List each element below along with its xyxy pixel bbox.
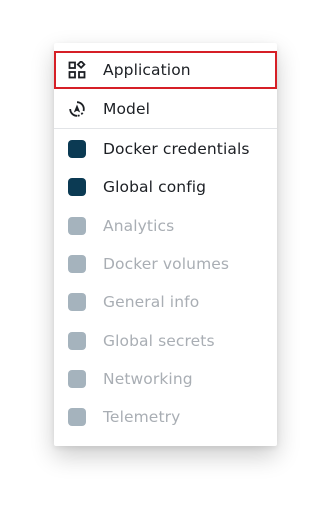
color-swatch-icon [68,140,86,158]
menu-item-model[interactable]: Model [54,90,277,128]
menu-item-label: Analytics [103,217,175,235]
menu-item-docker-volumes[interactable]: Docker volumes [54,245,277,283]
menu-item-label: Networking [103,370,193,388]
menu-item-general-info[interactable]: General info [54,283,277,321]
menu-divider [54,128,277,129]
menu-item-label: Docker credentials [103,140,250,158]
color-swatch-icon [68,293,86,311]
menu-item-label: Global config [103,178,207,196]
model-cycle-icon [68,100,86,118]
color-swatch-icon [68,178,86,196]
menu-item-networking[interactable]: Networking [54,360,277,398]
color-swatch-icon [68,255,86,273]
color-swatch-icon [68,332,86,350]
color-swatch-icon [68,408,86,426]
color-swatch-icon [68,370,86,388]
menu-item-label: Global secrets [103,332,215,350]
grid-apps-icon [68,61,86,79]
menu-item-label: General info [103,293,200,311]
menu-item-application[interactable]: Application [54,51,277,89]
dropdown-menu: Application Model Docker credentials Glo… [54,43,277,446]
menu-item-global-config[interactable]: Global config [54,168,277,206]
menu-item-label: Application [103,61,191,79]
menu-item-global-secrets[interactable]: Global secrets [54,322,277,360]
menu-item-telemetry[interactable]: Telemetry [54,398,277,436]
menu-item-docker-credentials[interactable]: Docker credentials [54,130,277,168]
color-swatch-icon [68,217,86,235]
menu-item-label: Telemetry [103,408,181,426]
menu-item-analytics[interactable]: Analytics [54,207,277,245]
menu-item-label: Docker volumes [103,255,230,273]
menu-item-label: Model [103,100,151,118]
